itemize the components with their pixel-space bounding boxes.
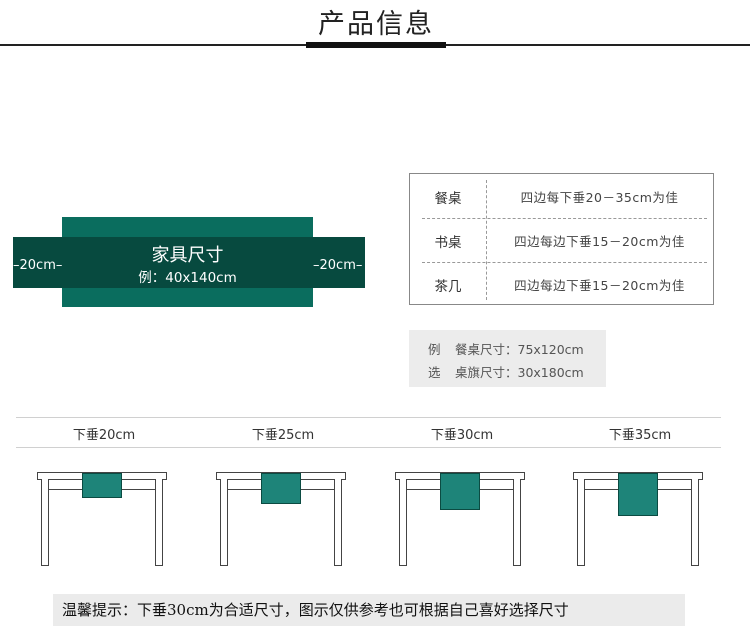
right-drop-label: –20cm– xyxy=(313,258,363,273)
drop-label: 下垂30cm xyxy=(430,428,494,443)
drop-label: 下垂20cm xyxy=(72,428,136,443)
table-row: 餐桌 四边每下垂20－35cm为佳 xyxy=(410,174,713,218)
table-leg xyxy=(155,479,163,566)
table-row: 茶几 四边每边下垂15－20cm为佳 xyxy=(410,262,713,306)
section-title: 产品信息 xyxy=(318,9,434,40)
drop-recommendation: 四边每边下垂15－20cm为佳 xyxy=(514,278,685,293)
drop-section-bottom-rule xyxy=(16,447,721,448)
table-drop-illustration xyxy=(395,472,525,567)
table-leg xyxy=(334,479,342,566)
drop-recommendation: 四边每下垂20－35cm为佳 xyxy=(520,190,679,205)
furniture-size-title: 家具尺寸 xyxy=(151,245,224,266)
table-drop-illustration xyxy=(216,472,346,567)
drop-section-top-rule xyxy=(16,417,721,418)
table-leg xyxy=(220,479,228,566)
example-box: 例餐桌尺寸：75x120cm 选桌旗尺寸：30x180cm xyxy=(409,330,606,387)
example-line: 选桌旗尺寸：30x180cm xyxy=(428,362,584,381)
drop-label: 下垂35cm xyxy=(608,428,672,443)
table-row: 书桌 四边每边下垂15－20cm为佳 xyxy=(410,218,713,262)
example-line: 例餐桌尺寸：75x120cm xyxy=(428,339,584,358)
table-drop-illustration xyxy=(37,472,167,567)
furniture-type: 茶几 xyxy=(434,279,462,295)
table-leg xyxy=(513,479,521,566)
furniture-size-example: 例：40x140cm xyxy=(138,270,237,286)
tip-banner: 温馨提示：下垂30cm为合适尺寸，图示仅供参考也可根据自己喜好选择尺寸 xyxy=(53,594,685,626)
table-drop-illustration xyxy=(573,472,703,567)
table-runner-drop xyxy=(261,473,301,504)
table-runner-drop xyxy=(618,473,658,516)
table-runner-drop xyxy=(440,473,480,510)
example-text: 餐桌尺寸：75x120cm xyxy=(455,342,584,357)
table-leg xyxy=(577,479,585,566)
table-leg xyxy=(41,479,49,566)
drop-recommendation-table: 餐桌 四边每下垂20－35cm为佳 书桌 四边每边下垂15－20cm为佳 茶几 … xyxy=(409,173,714,305)
example-key: 例 xyxy=(428,342,441,357)
example-key: 选 xyxy=(428,365,441,380)
header-accent-bar xyxy=(306,42,446,48)
table-runner-drop xyxy=(82,473,122,498)
left-drop-label: –20cm– xyxy=(13,258,63,273)
table-leg xyxy=(399,479,407,566)
drop-recommendation: 四边每边下垂15－20cm为佳 xyxy=(514,234,685,249)
drop-label: 下垂25cm xyxy=(251,428,315,443)
furniture-type: 餐桌 xyxy=(434,191,462,207)
example-text: 桌旗尺寸：30x180cm xyxy=(455,365,584,380)
furniture-type: 书桌 xyxy=(434,235,462,251)
tip-text: 温馨提示：下垂30cm为合适尺寸，图示仅供参考也可根据自己喜好选择尺寸 xyxy=(62,601,569,619)
table-leg xyxy=(691,479,699,566)
